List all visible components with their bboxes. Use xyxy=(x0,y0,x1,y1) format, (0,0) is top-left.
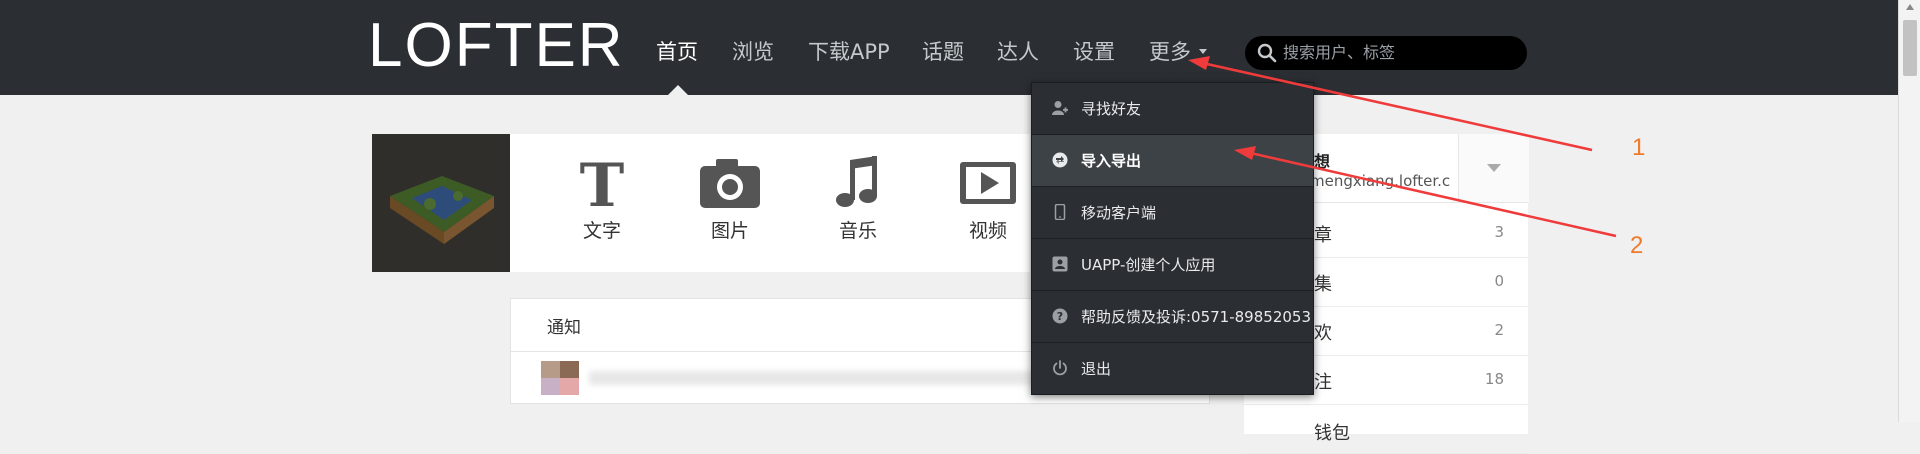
chevron-down-icon xyxy=(1487,164,1501,172)
sidebar-item-count: 0 xyxy=(1494,272,1504,290)
search-box[interactable]: 搜索用户、标签 xyxy=(1245,36,1527,70)
sidebar-item-label: 欢 xyxy=(1314,323,1332,344)
sidebar-item-label: 钱包 xyxy=(1314,423,1350,444)
sidebar-dropdown-button[interactable] xyxy=(1458,134,1529,202)
more-dropdown-menu: 寻找好友 导入导出 移动客户端 UAPP-创建个人应用 ? 帮助反馈及投诉:05… xyxy=(1031,82,1314,395)
notice-thumbnail xyxy=(541,361,579,395)
sidebar-item-count: 2 xyxy=(1494,321,1504,339)
menu-item-help-feedback[interactable]: ? 帮助反馈及投诉:0571-89852053 xyxy=(1032,291,1313,343)
add-friend-icon xyxy=(1052,101,1068,115)
nav-experts[interactable]: 达人 xyxy=(997,38,1039,66)
menu-item-import-export[interactable]: 导入导出 xyxy=(1032,135,1313,187)
menu-item-label: 帮助反馈及投诉:0571-89852053 xyxy=(1081,308,1311,326)
nav-browse[interactable]: 浏览 xyxy=(732,38,774,66)
notice-title: 通知 xyxy=(547,318,581,338)
help-icon: ? xyxy=(1052,308,1068,324)
camera-icon xyxy=(700,159,760,208)
menu-item-label: 导入导出 xyxy=(1081,152,1142,170)
import-export-icon xyxy=(1052,152,1068,168)
menu-item-logout[interactable]: 退出 xyxy=(1032,343,1313,395)
post-video-label: 视频 xyxy=(968,220,1007,242)
menu-item-label: UAPP-创建个人应用 xyxy=(1081,256,1216,274)
svg-text:?: ? xyxy=(1057,310,1063,323)
active-nav-indicator xyxy=(668,85,688,95)
post-text-button[interactable]: T 文字 xyxy=(562,156,642,256)
svg-text:T: T xyxy=(580,156,625,210)
sidebar-item-wallet[interactable]: 钱包 xyxy=(1244,405,1528,454)
page-scrollbar[interactable] xyxy=(1898,0,1920,422)
nav-topics[interactable]: 话题 xyxy=(922,38,964,66)
avatar-image xyxy=(372,134,510,272)
annotation-label-2: 2 xyxy=(1630,232,1644,259)
uapp-icon xyxy=(1052,256,1068,272)
post-type-bar: T 文字 图片 音乐 视频 xyxy=(510,134,1030,272)
sidebar-item-count: 3 xyxy=(1494,223,1504,241)
sidebar-url[interactable]: mengxiang.lofter.c xyxy=(1310,172,1450,190)
menu-item-label: 退出 xyxy=(1081,360,1112,378)
post-text-label: 文字 xyxy=(582,220,621,242)
post-music-label: 音乐 xyxy=(838,220,877,242)
sidebar-item-label: 章 xyxy=(1314,225,1332,246)
post-video-button[interactable]: 视频 xyxy=(948,156,1028,256)
nav-home[interactable]: 首页 xyxy=(656,38,698,66)
menu-item-find-friends[interactable]: 寻找好友 xyxy=(1032,83,1313,135)
notice-item[interactable] xyxy=(541,359,1051,399)
video-icon xyxy=(960,162,1016,204)
power-icon xyxy=(1053,360,1067,376)
menu-item-mobile-client[interactable]: 移动客户端 xyxy=(1032,187,1313,239)
menu-item-label: 寻找好友 xyxy=(1081,100,1142,118)
sidebar-username: 想 xyxy=(1314,152,1331,171)
menu-item-label: 移动客户端 xyxy=(1081,204,1157,222)
sidebar-item-count: 18 xyxy=(1484,370,1504,388)
top-navigation-bar: LOFTER 首页 浏览 下载APP 话题 达人 设置 更多 搜索用户、标签 xyxy=(0,0,1920,95)
sidebar-item-label: 集 xyxy=(1314,274,1332,295)
avatar[interactable] xyxy=(372,134,510,272)
scroll-up-arrow-icon[interactable] xyxy=(1906,4,1914,10)
post-photo-button[interactable]: 图片 xyxy=(690,156,770,256)
mobile-icon xyxy=(1054,204,1066,220)
nav-settings[interactable]: 设置 xyxy=(1073,38,1115,66)
post-music-button[interactable]: 音乐 xyxy=(818,156,898,256)
nav-more[interactable]: 更多 xyxy=(1149,38,1191,66)
nav-download-app[interactable]: 下载APP xyxy=(808,38,890,66)
blurred-notice-text xyxy=(589,371,1039,385)
menu-item-uapp[interactable]: UAPP-创建个人应用 xyxy=(1032,239,1313,291)
chevron-down-icon[interactable] xyxy=(1199,49,1207,54)
text-icon: T xyxy=(580,156,625,210)
lofter-logo[interactable]: LOFTER xyxy=(368,15,625,77)
search-input[interactable]: 搜索用户、标签 xyxy=(1283,43,1395,63)
search-icon xyxy=(1257,43,1277,63)
post-photo-label: 图片 xyxy=(710,220,749,242)
scrollbar-thumb[interactable] xyxy=(1903,20,1917,76)
annotation-label-1: 1 xyxy=(1632,134,1646,161)
menu-pointer xyxy=(1163,72,1183,82)
sidebar-item-label: 注 xyxy=(1314,372,1332,393)
music-icon xyxy=(836,156,877,207)
